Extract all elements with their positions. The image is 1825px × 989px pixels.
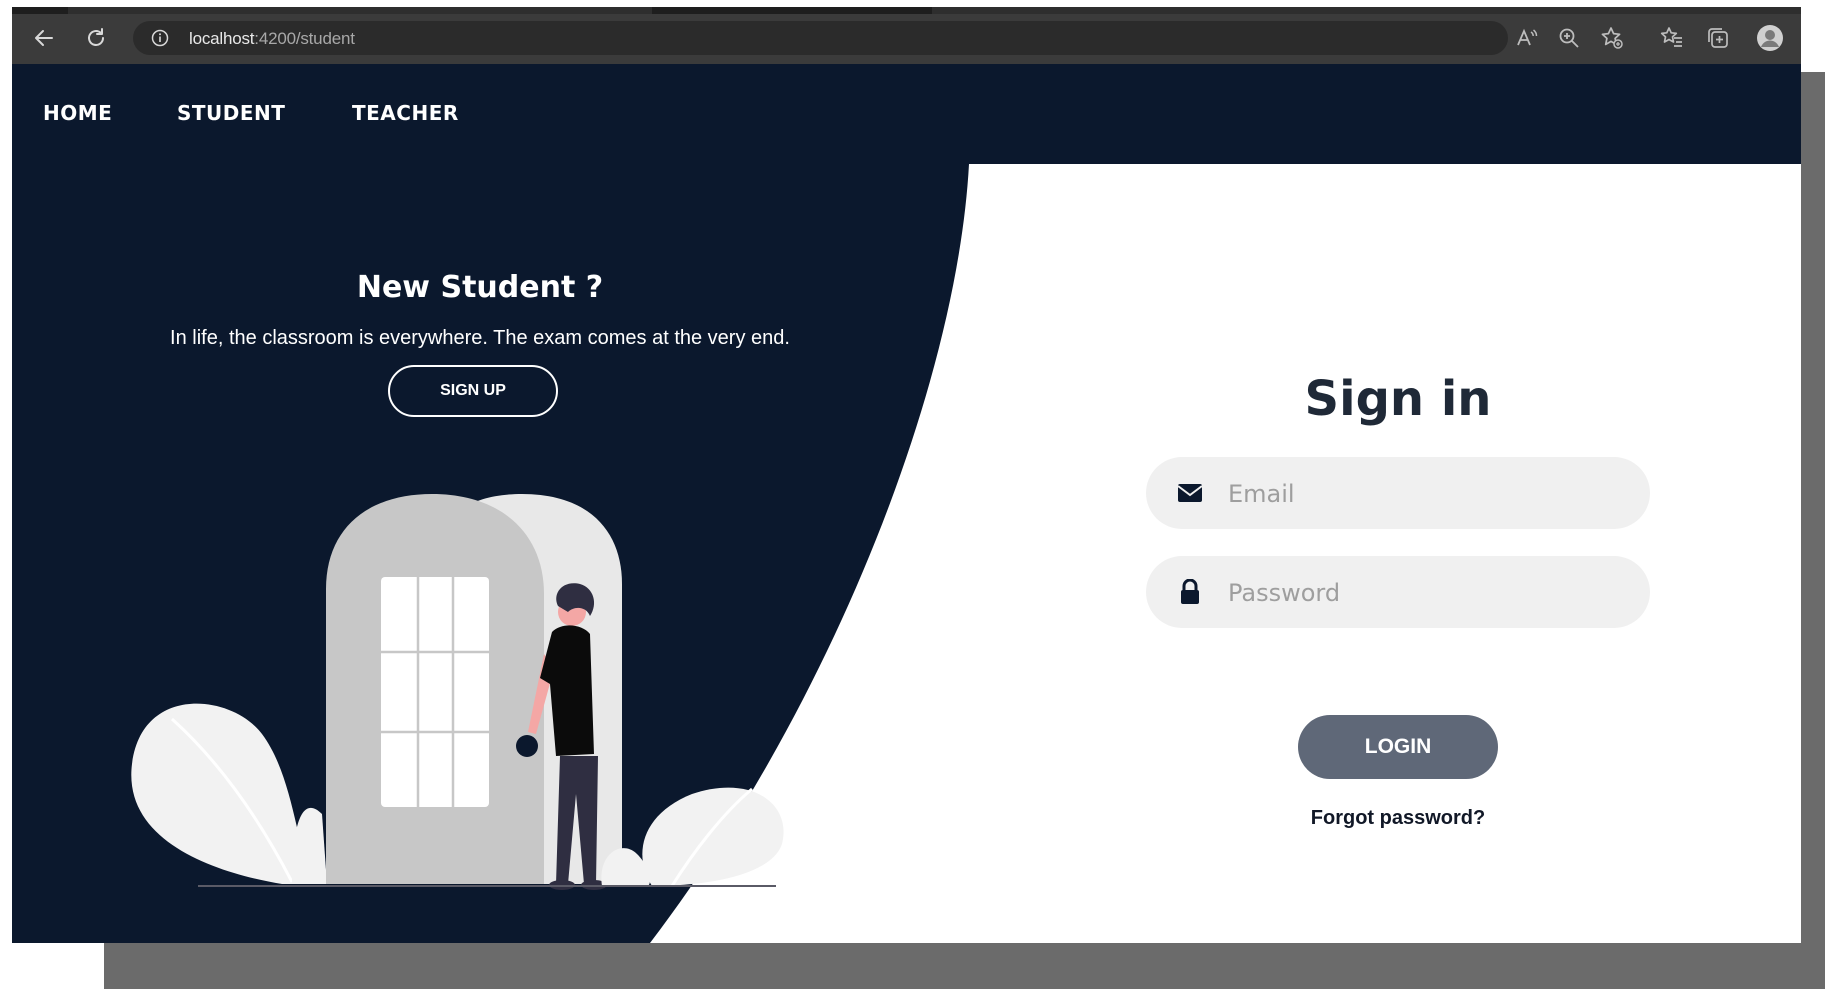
address-bar[interactable]: localhost:4200/student [133,21,1508,55]
back-arrow-icon [35,30,53,46]
collections-button[interactable] [1703,23,1733,53]
url-host: localhost [189,29,255,48]
favorites-icon [1660,27,1682,47]
read-aloud-icon [1517,28,1538,46]
email-input[interactable] [1226,473,1630,515]
add-favorite-icon [1601,27,1623,49]
envelope-icon [1176,479,1204,507]
password-input[interactable] [1226,572,1630,614]
add-favorite-button[interactable] [1597,23,1627,53]
read-aloud-button[interactable] [1512,23,1542,53]
window-shadow-right [1800,72,1825,989]
email-field[interactable] [1146,457,1650,529]
password-field[interactable] [1146,556,1650,628]
zoom-button[interactable] [1554,23,1584,53]
profile-button[interactable] [1755,23,1785,53]
browser-tab[interactable] [932,7,1801,14]
profile-avatar-icon [1757,25,1783,51]
login-button[interactable]: LOGIN [1298,715,1498,779]
promo-title: New Student ? [356,270,604,305]
favorites-button[interactable] [1657,23,1687,53]
window-shadow-bottom [104,943,1825,989]
sign-up-button[interactable]: SIGN UP [388,365,558,417]
main-nav: HOME STUDENT TEACHER [12,64,712,164]
reload-button[interactable] [80,22,112,54]
promo-subtitle: In life, the classroom is everywhere. Th… [170,327,790,349]
url-path: :4200/student [254,29,355,48]
collections-icon [1708,28,1728,48]
site-info-icon[interactable] [151,29,169,47]
sign-in-form: Sign in LOGIN Forgot password? [1146,364,1650,829]
nav-teacher[interactable]: TEACHER [352,101,459,125]
lock-icon [1176,578,1204,606]
tab-strip [12,7,1801,14]
page-content: HOME STUDENT TEACHER New Student ? In li… [12,64,1801,943]
browser-tab[interactable] [68,7,652,14]
nav-student[interactable]: STUDENT [177,101,285,125]
reload-icon [88,28,104,46]
forgot-password-link[interactable]: Forgot password? [1146,807,1650,830]
url-text[interactable]: localhost:4200/student [189,29,355,49]
zoom-icon [1559,28,1579,48]
browser-window: localhost:4200/student HOME STUDENT TEAC… [12,7,1801,943]
nav-home[interactable]: HOME [43,101,112,125]
back-button[interactable] [28,22,60,54]
door-illustration [131,494,784,890]
browser-toolbar: localhost:4200/student [12,14,1801,64]
sign-in-title: Sign in [1304,371,1492,427]
